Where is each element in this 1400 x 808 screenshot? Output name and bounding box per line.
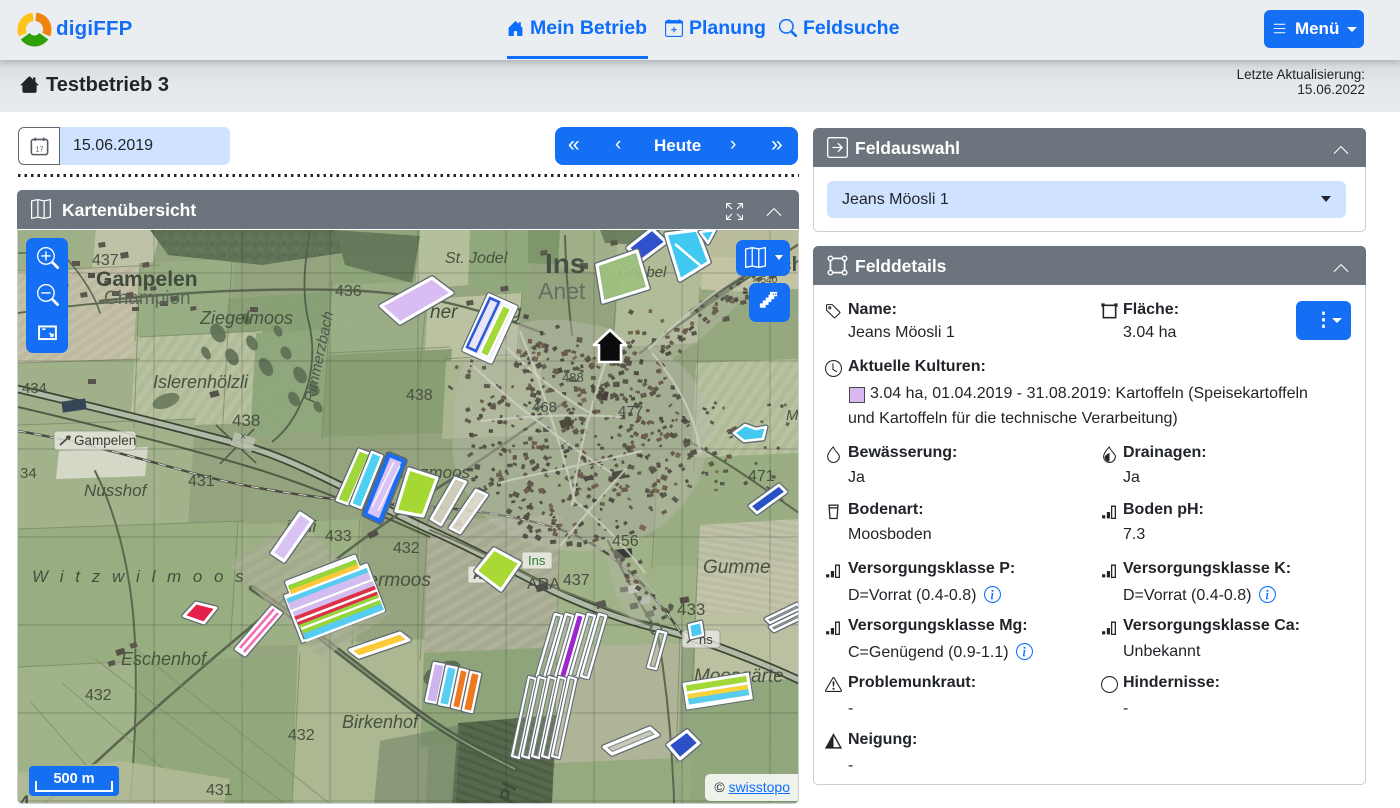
svg-text:Ins: Ins (528, 553, 546, 568)
svg-text:432: 432 (288, 727, 315, 744)
svg-text:Ziegelmoos: Ziegelmoos (199, 308, 293, 328)
svg-text:436: 436 (335, 283, 362, 300)
svg-text:477: 477 (618, 403, 643, 420)
svg-text:438: 438 (232, 411, 260, 430)
svg-text:432: 432 (393, 540, 420, 557)
svg-text:431: 431 (188, 473, 215, 490)
svg-text:Islerenhölzli: Islerenhölzli (153, 372, 249, 392)
svg-text:433: 433 (325, 528, 352, 545)
svg-text:468: 468 (532, 399, 557, 416)
svg-text:456: 456 (612, 533, 639, 550)
svg-text:Eschenhof: Eschenhof (121, 649, 208, 669)
svg-text:Ins: Ins (545, 248, 585, 279)
svg-text:Mu: Mu (786, 407, 799, 424)
svg-text:Nusshof: Nusshof (84, 481, 149, 500)
svg-text:Birkenhof: Birkenhof (342, 712, 420, 732)
svg-text:434: 434 (22, 380, 47, 397)
svg-text:17: 17 (35, 144, 43, 153)
svg-text:34: 34 (20, 465, 37, 482)
svg-text:W i t z w i l m o o s: W i t z w i l m o o s (32, 567, 247, 586)
svg-text:Gumme: Gumme (703, 557, 771, 578)
svg-text:ARA: ARA (527, 576, 560, 593)
svg-text:438: 438 (406, 387, 433, 404)
svg-text:Gampelen: Gampelen (74, 433, 136, 448)
svg-text:471: 471 (748, 468, 775, 485)
svg-text:431: 431 (206, 782, 233, 799)
svg-text:488: 488 (562, 370, 584, 385)
svg-text:433: 433 (677, 600, 705, 619)
svg-text:437: 437 (92, 252, 119, 269)
svg-text:437: 437 (563, 572, 590, 589)
svg-text:Champion: Champion (104, 288, 191, 309)
svg-text:432: 432 (85, 687, 112, 704)
svg-text:×: × (240, 431, 246, 443)
svg-text:Anet: Anet (538, 278, 586, 304)
svg-text:St. Jodel: St. Jodel (445, 250, 508, 267)
